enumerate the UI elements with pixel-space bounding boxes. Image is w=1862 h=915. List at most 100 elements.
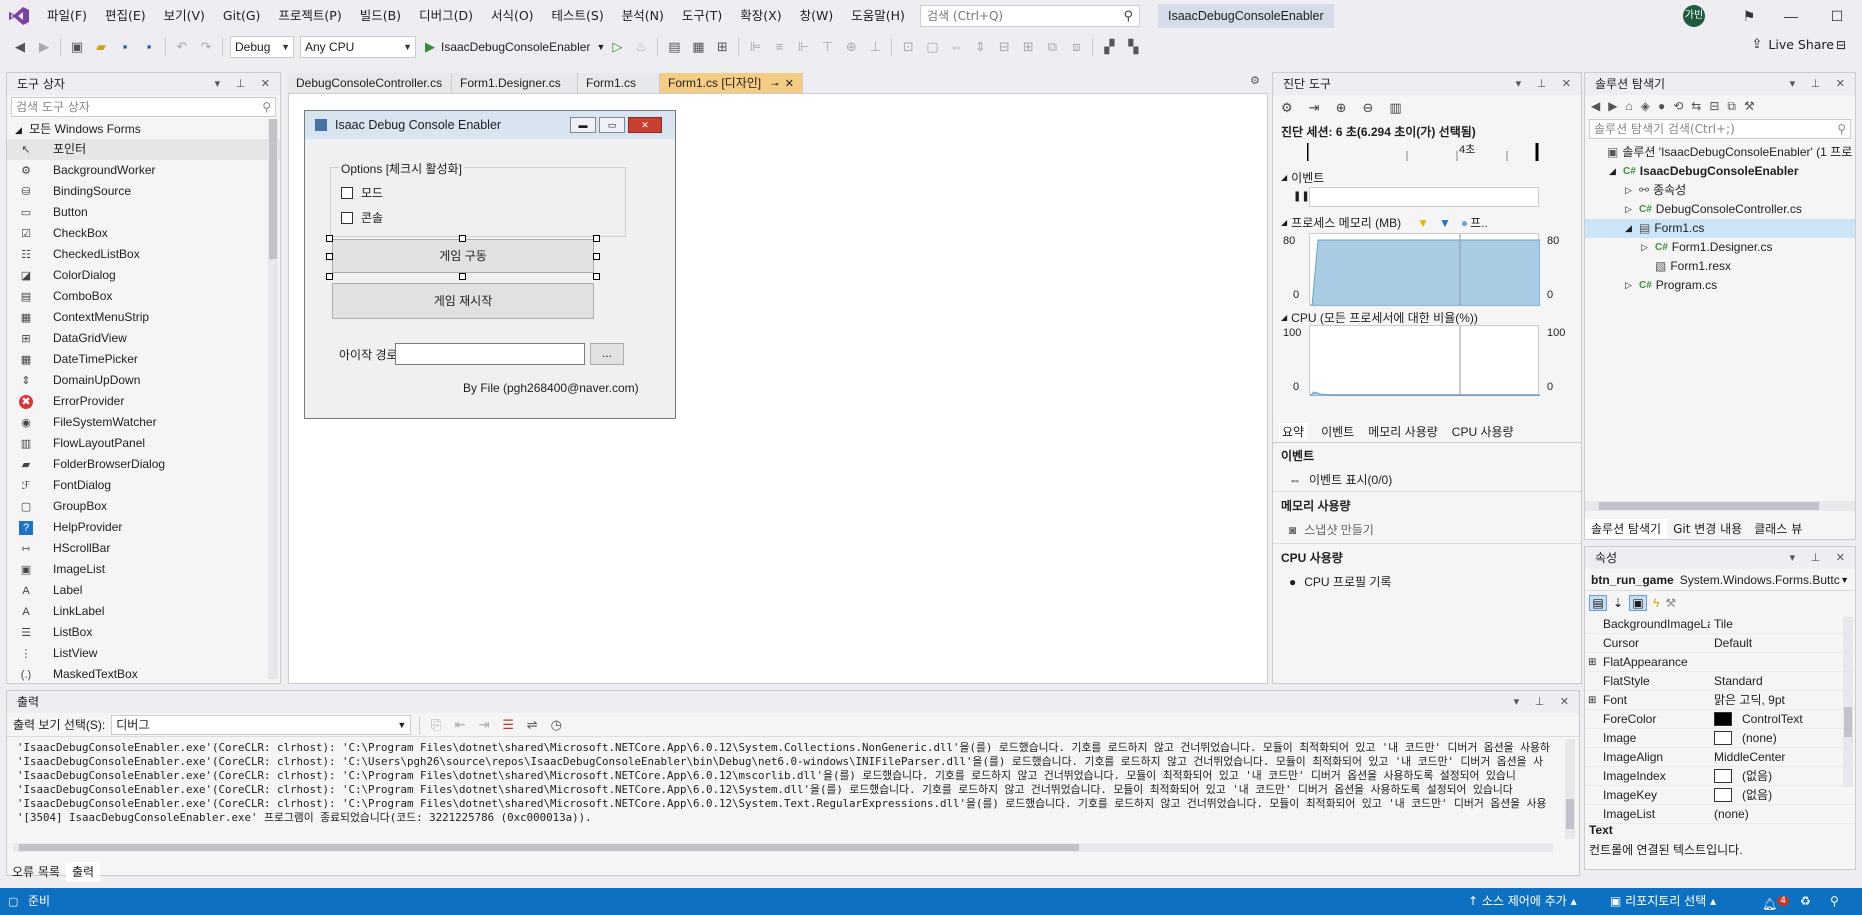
toolbox-item[interactable]: ? HelpProvider — [7, 517, 280, 538]
expander-icon[interactable]: ▷ — [1641, 238, 1655, 257]
events-icon[interactable]: ϟ — [1653, 596, 1659, 610]
hot-reload-icon[interactable]: ♨ — [631, 37, 651, 57]
path-input[interactable] — [395, 343, 585, 365]
browse-icon[interactable]: ▤ — [664, 37, 684, 57]
menu-item[interactable]: 확장(X) — [731, 0, 790, 32]
start-without-debug-icon[interactable]: ▷ — [607, 37, 627, 57]
doc-tab[interactable]: Form1.Designer.cs — [452, 73, 578, 93]
browse-button[interactable]: ... — [590, 343, 624, 365]
history-icon[interactable]: ⟲ — [1673, 99, 1683, 113]
align-tops-icon[interactable]: ⊤ — [817, 37, 837, 57]
panel-controls-icon[interactable]: ▾ ⊥ ✕ — [1790, 73, 1851, 95]
property-row[interactable]: Image (none) — [1585, 729, 1855, 748]
zoom-out-icon[interactable]: ⊖ — [1362, 100, 1373, 116]
open-folder-icon[interactable]: ▰ — [91, 37, 111, 57]
show-all-icon[interactable]: ⧉ — [1727, 99, 1736, 114]
menu-item[interactable]: 프로젝트(P) — [269, 0, 350, 32]
output-source-select[interactable]: 디버그 ▼ — [111, 714, 412, 735]
toolbox-item[interactable]: ▣ ImageList — [7, 559, 280, 580]
align-middles-icon[interactable]: ⊕ — [841, 37, 861, 57]
select-repository-button[interactable]: ▣ 리포지토리 선택 ▴ — [1610, 888, 1716, 915]
solution-tree-item[interactable]: ▣ 솔루션 'IsaacDebugConsoleEnabler' (1 프로 — [1585, 143, 1855, 162]
property-value-cell[interactable]: Standard — [1710, 672, 1855, 690]
add-to-source-control-button[interactable]: ↑ 소스 제어에 추가 ▴ — [1468, 888, 1577, 915]
output-vscrollbar[interactable] — [1565, 739, 1575, 839]
resize-handle[interactable] — [593, 273, 600, 280]
toolbox-item[interactable]: ▦ ContextMenuStrip — [7, 307, 280, 328]
toolbox-item[interactable]: ◪ ColorDialog — [7, 265, 280, 286]
menu-item[interactable]: 보기(V) — [155, 0, 214, 32]
panel-controls-icon[interactable]: ▾ ⊥ ✕ — [215, 73, 276, 95]
bottom-tab[interactable]: 오류 목록 — [6, 862, 66, 882]
new-project-icon[interactable]: ▣ — [67, 37, 87, 57]
property-value-cell[interactable]: MiddleCenter — [1710, 748, 1855, 766]
panel-controls-icon[interactable]: ▾ ⊥ ✕ — [1790, 547, 1851, 569]
layout-icon[interactable]: ▦ — [688, 37, 708, 57]
toolbox-item[interactable]: ⚙ BackgroundWorker — [7, 160, 280, 181]
solution-bottom-tab[interactable]: 솔루션 탐색기 — [1585, 519, 1668, 539]
property-row[interactable]: FlatStyle Standard — [1585, 672, 1855, 691]
scroll-thumb[interactable] — [269, 119, 277, 259]
options-groupbox[interactable]: Options [체크시 활성화] 모드 콘솔 — [330, 160, 626, 237]
export-icon[interactable]: ⇥ — [1309, 100, 1320, 116]
events-track[interactable] — [1309, 187, 1539, 207]
menu-item[interactable]: 창(W) — [791, 0, 843, 32]
categorized-icon[interactable]: ▤ — [1589, 595, 1607, 611]
memory-graph[interactable] — [1309, 233, 1541, 307]
feedback-icon[interactable]: ⚑ — [1726, 0, 1772, 32]
resize-handle[interactable] — [459, 235, 466, 242]
take-snapshot-button[interactable]: ◙ 스냅샷 만들기 — [1273, 521, 1581, 538]
property-scrollbar[interactable] — [1843, 617, 1853, 787]
timeline-ruler[interactable]: 4초 — [1305, 141, 1539, 161]
checkbox-mod[interactable]: 모드 — [341, 184, 383, 201]
toolbox-item[interactable]: ✖ ErrorProvider — [7, 391, 280, 412]
property-value-cell[interactable] — [1710, 653, 1855, 671]
solution-tree-item[interactable]: ▧ Form1.resx — [1585, 257, 1855, 276]
property-row[interactable]: ImageList (none) — [1585, 805, 1855, 824]
property-row[interactable]: ImageIndex (없음) — [1585, 767, 1855, 786]
grid-icon[interactable]: ⊞ — [712, 37, 732, 57]
property-row[interactable]: ⊞ Font 맑은 고딕, 9pt — [1585, 691, 1855, 710]
property-object-select[interactable]: btn_run_game System.Windows.Forms.Buttc … — [1585, 569, 1855, 591]
chart-icon[interactable]: ▥ — [1389, 100, 1401, 116]
cpu-graph[interactable] — [1308, 325, 1541, 397]
save-icon[interactable]: ▪ — [115, 37, 135, 57]
toolbox-item[interactable]: A Label — [7, 580, 280, 601]
forward-icon[interactable]: ▶ — [34, 37, 54, 57]
menu-item[interactable]: 빌드(B) — [351, 0, 410, 32]
diagnostics-tab[interactable]: CPU 사용량 — [1452, 423, 1514, 440]
bring-front-icon[interactable]: ⧉ — [1042, 37, 1062, 57]
sync-icon[interactable]: ⇆ — [1691, 99, 1701, 113]
expand-icon[interactable]: ⊞ — [1588, 691, 1596, 709]
back-icon[interactable]: ◀ — [10, 37, 30, 57]
property-row[interactable]: ImageAlign MiddleCenter — [1585, 748, 1855, 767]
lock-controls-icon[interactable]: ▚ — [1123, 37, 1143, 57]
health-icon[interactable]: ♻ — [1800, 888, 1811, 915]
prev-message-icon[interactable]: ⇤ — [450, 715, 470, 735]
menu-item[interactable]: Git(G) — [214, 0, 270, 32]
person-icon[interactable]: ⚲ — [1830, 888, 1839, 915]
solution-tree-item[interactable]: ▷ ⚯ 종속성 — [1585, 181, 1855, 200]
save-all-icon[interactable]: ▪ — [139, 37, 159, 57]
toolbox-item[interactable]: ☑ CheckBox — [7, 223, 280, 244]
expander-icon[interactable]: ◢ — [1609, 162, 1623, 181]
redo-icon[interactable]: ↷ — [196, 37, 216, 57]
resize-handle[interactable] — [326, 273, 333, 280]
output-hscrollbar[interactable] — [13, 843, 1553, 852]
bottom-tab[interactable]: 출력 — [65, 862, 101, 882]
toolbox-item[interactable]: ▰ FolderBrowserDialog — [7, 454, 280, 475]
toolbox-group[interactable]: ◢ 모든 Windows Forms — [7, 119, 280, 139]
run-game-button[interactable]: 게임 구동 — [332, 239, 594, 273]
doc-tab[interactable]: DebugConsoleController.cs — [288, 73, 452, 93]
events-section[interactable]: ◢ 이벤트 — [1273, 169, 1581, 186]
toolbox-item[interactable]: ⇿ HScrollBar — [7, 538, 280, 559]
make-same-size-icon[interactable]: ⊡ — [898, 37, 918, 57]
panel-controls-icon[interactable]: ▾ ⊥ ✕ — [1516, 73, 1577, 95]
toolbox-item[interactable]: ↖ 포인터 — [7, 139, 280, 160]
h-spacing-icon[interactable]: ⇔ — [946, 37, 966, 57]
property-value-cell[interactable]: ControlText — [1710, 710, 1855, 728]
show-events-link[interactable]: ⇔ 이벤트 표시(0/0) — [1273, 471, 1581, 488]
solution-bottom-tab[interactable]: 클래스 뷰 — [1748, 519, 1808, 539]
doc-tab[interactable]: Form1.cs — [578, 73, 660, 93]
close-tab-icon[interactable]: ✕ — [785, 78, 794, 90]
